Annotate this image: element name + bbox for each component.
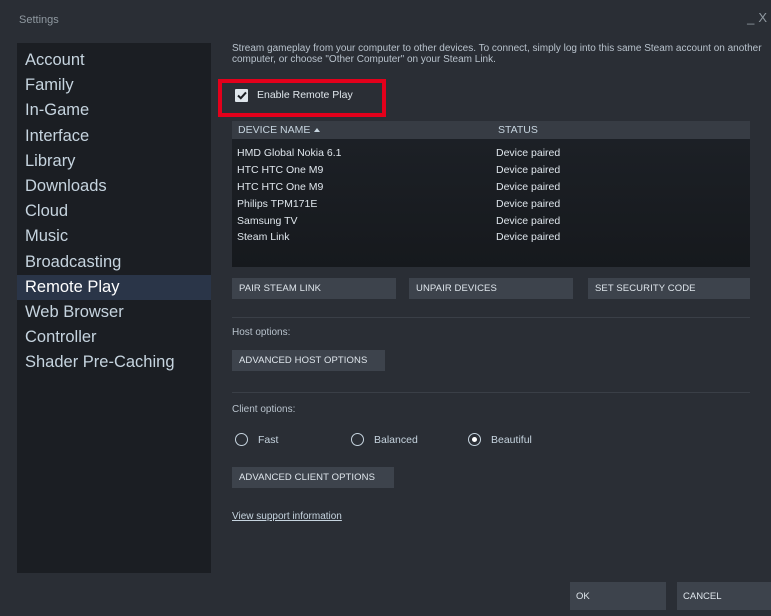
settings-sidebar: Account Family In-Game Interface Library… [17,43,211,573]
device-name-cell: HTC HTC One M9 [237,180,324,193]
column-header-device-name-label: DEVICE NAME [238,124,311,136]
radio-selected-icon [468,433,481,446]
window-title: Settings [19,14,59,26]
enable-remote-play-toggle[interactable]: Enable Remote Play [235,87,353,103]
device-name-cell: Steam Link [237,231,290,244]
section-divider [232,317,750,318]
radio-circle-icon [235,433,248,446]
radio-dot [472,437,477,442]
sidebar-item-account[interactable]: Account [17,48,211,73]
remote-play-panel: Stream gameplay from your computer to ot… [218,40,771,575]
sidebar-item-shader-pre-caching[interactable]: Shader Pre-Caching [17,350,211,375]
table-row[interactable]: Steam Link Device paired [232,229,750,246]
column-header-device-name[interactable]: DEVICE NAME [232,124,492,136]
radio-balanced-label: Balanced [374,433,418,446]
device-status-cell: Device paired [496,180,561,193]
sidebar-item-in-game[interactable]: In-Game [17,98,211,123]
client-options-label: Client options: [232,404,296,415]
sidebar-list: Account Family In-Game Interface Library… [17,43,211,375]
settings-window: Settings _ X Account Family In-Game Inte… [0,0,771,616]
sidebar-item-broadcasting[interactable]: Broadcasting [17,250,211,275]
set-security-code-button[interactable]: SET SECURITY CODE [588,278,750,299]
radio-balanced[interactable]: Balanced [351,433,468,446]
sidebar-item-library[interactable]: Library [17,149,211,174]
pair-steam-link-button[interactable]: PAIR STEAM LINK [232,278,396,299]
remote-play-description: Stream gameplay from your computer to ot… [232,43,762,65]
sidebar-item-web-browser[interactable]: Web Browser [17,300,211,325]
column-header-status[interactable]: STATUS [492,124,538,136]
minimize-button[interactable]: _ [747,10,754,25]
sidebar-item-interface[interactable]: Interface [17,124,211,149]
title-bar: Settings _ X [0,0,771,40]
dialog-footer: OK CANCEL [0,575,771,616]
radio-fast[interactable]: Fast [235,433,351,446]
advanced-host-options-button[interactable]: ADVANCED HOST OPTIONS [232,350,385,371]
view-support-information-link[interactable]: View support information [232,511,342,522]
device-table: DEVICE NAME STATUS HMD Global Nokia 6.1 … [232,121,750,267]
table-body: HMD Global Nokia 6.1 Device paired HTC H… [232,139,750,246]
device-status-cell: Device paired [496,231,561,244]
device-status-cell: Device paired [496,164,561,177]
sidebar-item-music[interactable]: Music [17,224,211,249]
table-row[interactable]: Samsung TV Device paired [232,212,750,229]
device-name-cell: HMD Global Nokia 6.1 [237,147,342,160]
enable-remote-play-label: Enable Remote Play [257,89,353,101]
unpair-devices-button[interactable]: UNPAIR DEVICES [409,278,573,299]
device-name-cell: Philips TPM171E [237,197,318,210]
section-divider [232,392,750,393]
radio-circle-icon [351,433,364,446]
device-status-cell: Device paired [496,214,561,227]
cancel-button[interactable]: CANCEL [677,582,771,610]
sidebar-item-remote-play[interactable]: Remote Play [17,274,211,300]
close-button[interactable]: X [758,10,767,25]
radio-beautiful-label: Beautiful [491,433,532,446]
table-header: DEVICE NAME STATUS [232,121,750,139]
checkmark-icon [236,91,247,100]
device-status-cell: Device paired [496,197,561,210]
table-row[interactable]: Philips TPM171E Device paired [232,195,750,212]
sidebar-item-controller[interactable]: Controller [17,325,211,350]
streaming-quality-radio-group: Fast Balanced Beautiful [235,433,532,446]
device-name-cell: HTC HTC One M9 [237,164,324,177]
sidebar-item-cloud[interactable]: Cloud [17,199,211,224]
radio-beautiful[interactable]: Beautiful [468,433,532,446]
sort-ascending-icon [314,128,321,132]
table-row[interactable]: HMD Global Nokia 6.1 Device paired [232,145,750,162]
sidebar-item-downloads[interactable]: Downloads [17,174,211,199]
radio-fast-label: Fast [258,433,279,446]
host-options-label: Host options: [232,327,291,338]
window-controls: _ X [747,10,767,25]
sidebar-item-family[interactable]: Family [17,73,211,98]
table-row[interactable]: HTC HTC One M9 Device paired [232,179,750,196]
enable-remote-play-checkbox[interactable] [235,88,248,102]
table-row[interactable]: HTC HTC One M9 Device paired [232,162,750,179]
advanced-client-options-button[interactable]: ADVANCED CLIENT OPTIONS [232,467,394,488]
device-name-cell: Samsung TV [237,214,298,227]
device-status-cell: Device paired [496,147,561,160]
ok-button[interactable]: OK [570,582,666,610]
